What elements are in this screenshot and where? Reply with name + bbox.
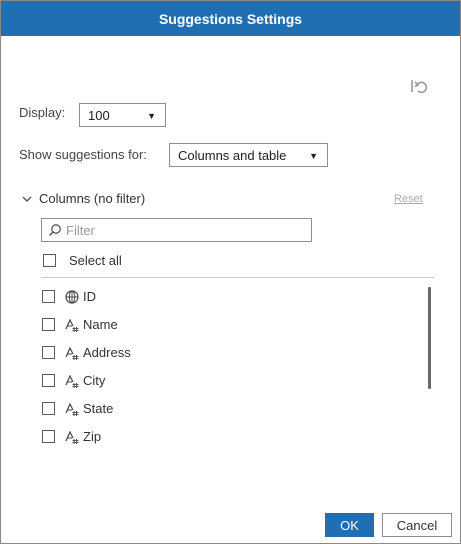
select-all-label: Select all [69, 253, 122, 268]
dialog-title-bar: Suggestions Settings [1, 1, 460, 36]
dialog-title: Suggestions Settings [158, 10, 303, 27]
search-icon [48, 224, 61, 237]
text-field-icon [64, 429, 80, 445]
column-checkbox[interactable] [42, 402, 55, 415]
chevron-down-icon: ▼ [147, 111, 156, 121]
show-suggestions-select[interactable]: Columns and table ▼ [169, 143, 328, 167]
text-field-icon [64, 401, 80, 417]
select-all-row[interactable]: Select all [41, 251, 161, 271]
scrollbar[interactable] [428, 287, 431, 389]
columns-section-title: Columns (no filter) [39, 191, 146, 206]
select-all-checkbox[interactable] [43, 254, 56, 267]
columns-section-toggle[interactable]: Columns (no filter) [19, 191, 169, 209]
column-label: State [83, 401, 114, 416]
ok-button[interactable]: OK [325, 513, 374, 537]
column-checkbox[interactable] [42, 346, 55, 359]
display-select[interactable]: 100 ▼ [79, 103, 166, 127]
chevron-down-icon: ▼ [309, 151, 318, 161]
display-label: Display: [19, 105, 66, 120]
show-suggestions-label: Show suggestions for: [19, 147, 147, 162]
column-list-item[interactable]: State [41, 399, 411, 419]
column-list-item[interactable]: City [41, 371, 411, 391]
cancel-button[interactable]: Cancel [382, 513, 452, 537]
text-field-icon [64, 345, 80, 361]
column-checkbox[interactable] [42, 318, 55, 331]
column-checkbox[interactable] [42, 430, 55, 443]
column-label: City [83, 373, 106, 388]
globe-id-icon [64, 289, 80, 305]
column-list-item[interactable]: Address [41, 343, 411, 363]
show-suggestions-select-value: Columns and table [178, 147, 287, 163]
column-label: Zip [83, 429, 102, 444]
column-checkbox[interactable] [42, 374, 55, 387]
suggestions-settings-dialog: Suggestions Settings Display: 100 ▼ Show… [0, 0, 461, 544]
filter-field[interactable] [41, 218, 312, 242]
reset-link[interactable]: Reset [394, 193, 423, 205]
undo-reset-icon[interactable] [409, 77, 427, 95]
display-select-value: 100 [88, 107, 110, 123]
column-label: Name [83, 317, 118, 332]
divider [41, 277, 434, 278]
column-list-item[interactable]: Name [41, 315, 411, 335]
column-list-item[interactable]: Zip [41, 427, 411, 447]
text-field-icon [64, 373, 80, 389]
column-label: ID [83, 289, 96, 304]
column-list-item[interactable]: ID [41, 287, 411, 307]
column-label: Address [83, 345, 131, 360]
text-field-icon [64, 317, 80, 333]
chevron-down-icon [22, 196, 32, 202]
filter-input[interactable] [66, 221, 306, 239]
column-checkbox[interactable] [42, 290, 55, 303]
